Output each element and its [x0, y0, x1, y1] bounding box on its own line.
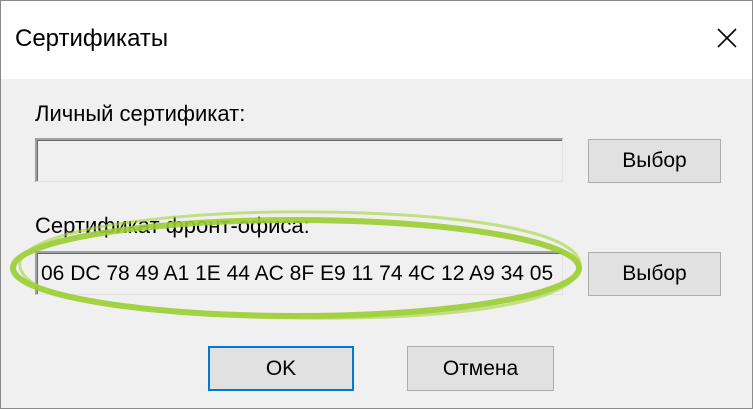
personal-select-button[interactable]: Выбор [588, 139, 721, 183]
frontoffice-certificate-value: 06 DC 78 49 A1 1E 44 AC 8F E9 11 74 4C 1… [41, 262, 554, 285]
field-border [37, 140, 562, 181]
title-bar[interactable]: Сертификаты [1, 1, 752, 79]
frontoffice-select-button[interactable]: Выбор [588, 252, 721, 296]
frontoffice-certificate-field[interactable]: 06 DC 78 49 A1 1E 44 AC 8F E9 11 74 4C 1… [35, 251, 563, 295]
close-icon [717, 28, 737, 48]
frontoffice-certificate-label: Сертификат фронт-офиса: [35, 213, 310, 238]
personal-certificate-label: Личный сертификат: [35, 101, 246, 126]
ok-button[interactable]: OK [208, 346, 354, 391]
personal-certificate-field[interactable] [35, 138, 563, 182]
close-button[interactable] [708, 19, 746, 57]
certificates-dialog: Сертификаты Личный сертификат: Выбор Сер… [0, 0, 753, 409]
cancel-button[interactable]: Отмена [407, 346, 554, 391]
dialog-title: Сертификаты [15, 25, 169, 52]
